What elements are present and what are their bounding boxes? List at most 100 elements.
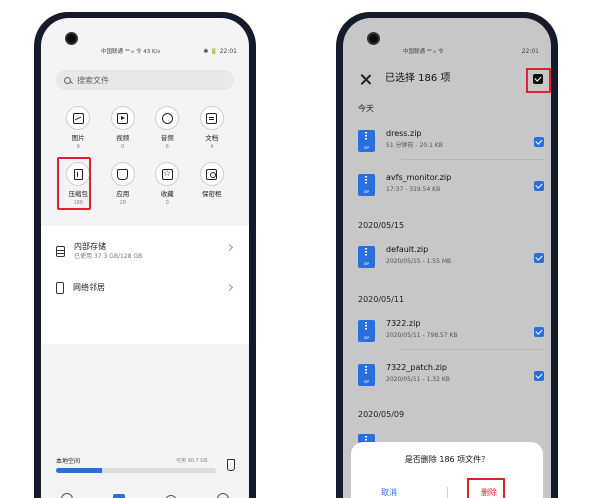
search-input[interactable]: 搜索文件: [77, 75, 109, 86]
file-name: avfs_monitor.zip: [386, 173, 452, 182]
category-count: 9: [76, 144, 80, 150]
music-icon: [161, 112, 173, 124]
video-icon: [117, 112, 129, 124]
highlight-select-all: [526, 68, 551, 93]
network-neighborhood-title: 网络邻居: [73, 283, 105, 292]
file-name: 7322_patch.zip: [386, 363, 447, 372]
zip-file-icon: [358, 320, 375, 342]
category-count: 0: [121, 144, 125, 150]
highlight-archive-category: [57, 157, 91, 210]
category-label: 图片: [71, 134, 85, 142]
star-icon: [161, 167, 173, 181]
group-label-today: 今天: [358, 104, 374, 113]
zip-file-icon: [358, 364, 375, 386]
archive-selection-screen: 中国联通 ⁴ᴳ ᵢₗₗ 令 22:01 已选择 186 项 今天 dress.z…: [343, 18, 551, 498]
file-meta: 17:37 - 319.54 KB: [386, 186, 441, 193]
internal-storage-title: 内部存储: [74, 242, 106, 251]
file-row[interactable]: avfs_monitor.zip 17:37 - 319.54 KB: [358, 172, 544, 200]
close-icon[interactable]: [360, 74, 371, 85]
status-bar-carrier: 中国联通 ⁴ᴳ ᵢₗₗ 令: [403, 48, 443, 56]
category-label: 音频: [160, 134, 174, 142]
carrier-text: 中国联通 ⁴ᴳ ᵢₗₗ 令: [101, 49, 142, 55]
file-checkbox[interactable]: [534, 253, 544, 263]
file-row[interactable]: dress.zip 51 分钟前 - 20.1 KB: [358, 128, 544, 160]
category-label: 保密柜: [202, 190, 222, 198]
status-time: 22:01: [521, 48, 539, 55]
bottom-tab-bar: [41, 484, 249, 498]
status-time: 22:01: [219, 48, 237, 55]
profile-icon[interactable]: [217, 493, 229, 498]
network-speed: 43 K/s: [143, 49, 161, 55]
storage-progress-fill: [56, 468, 103, 473]
group-label-date: 2020/05/15: [358, 221, 405, 230]
app-icon: [117, 168, 129, 180]
zip-file-icon: [358, 130, 375, 152]
cancel-button[interactable]: 取消: [381, 488, 397, 498]
internal-storage-usage: 已使用 37.3 GB/128 GB: [74, 253, 143, 260]
zip-file-icon: [358, 174, 375, 196]
category-favorites[interactable]: 收藏 0: [145, 162, 190, 206]
category-videos[interactable]: 视频 0: [101, 106, 146, 150]
storage-progress-bar: [56, 468, 216, 473]
category-audio[interactable]: 音频 6: [145, 106, 190, 150]
file-row[interactable]: 7322_patch.zip 2020/05/11 - 1.32 KB: [358, 362, 544, 390]
file-meta: 2020/05/11 - 1.32 KB: [386, 376, 450, 383]
clean-icon[interactable]: [227, 459, 235, 471]
safe-icon: [206, 168, 218, 180]
network-device-icon: [56, 282, 64, 294]
category-documents[interactable]: 文档 4: [190, 106, 235, 150]
phone-left: 中国联通 ⁴ᴳ ᵢₗₗ 令 43 K/s ✱ 🔋 22:01 搜索文件 图片 9…: [34, 12, 256, 498]
status-bar-carrier: 中国联通 ⁴ᴳ ᵢₗₗ 令 43 K/s: [101, 48, 160, 56]
zip-file-icon: [358, 246, 375, 268]
file-row[interactable]: 7322.zip 2020/05/11 - 798.57 KB: [358, 318, 544, 350]
search-icon: [64, 76, 71, 84]
chevron-right-icon: [225, 283, 234, 292]
category-count: 6: [165, 144, 169, 150]
group-label-date: 2020/05/09: [358, 410, 405, 419]
front-camera: [367, 32, 380, 45]
delete-confirm-dialog: 是否删除 186 项文件？ 取消 删除: [351, 442, 543, 498]
file-meta: 2020/05/11 - 798.57 KB: [386, 332, 458, 339]
category-count: 4: [210, 144, 214, 150]
image-icon: [72, 112, 84, 124]
dialog-question: 是否删除 186 项文件？: [404, 455, 490, 464]
category-safe[interactable]: 保密柜: [190, 162, 235, 206]
cloud-icon[interactable]: [165, 494, 177, 498]
file-meta: 2020/05/15 - 1.55 MB: [386, 258, 452, 265]
file-name: dress.zip: [386, 129, 422, 138]
category-count: 0: [165, 200, 169, 206]
local-space-free: 可用 90.7 GB: [176, 458, 208, 464]
row-divider: [401, 159, 544, 160]
file-checkbox[interactable]: [534, 137, 544, 147]
status-bar-right: ✱ 🔋 22:01: [203, 48, 237, 56]
search-bar[interactable]: 搜索文件: [56, 70, 234, 90]
browse-folder-icon[interactable]: [113, 494, 125, 498]
file-name: default.zip: [386, 245, 429, 254]
recent-clock-icon[interactable]: [61, 493, 73, 498]
chevron-right-icon: [225, 243, 234, 252]
dialog-separator: [447, 487, 448, 498]
front-camera: [65, 32, 78, 45]
file-checkbox[interactable]: [534, 327, 544, 337]
group-label-date: 2020/05/11: [358, 295, 405, 304]
row-divider: [401, 349, 544, 350]
category-count: 28: [119, 200, 126, 206]
category-label: 视频: [116, 134, 130, 142]
file-name: 7322.zip: [386, 319, 421, 328]
phone-right: 中国联通 ⁴ᴳ ᵢₗₗ 令 22:01 已选择 186 项 今天 dress.z…: [336, 12, 558, 498]
category-apps[interactable]: 应用 28: [101, 162, 146, 206]
internal-storage-item[interactable]: 内部存储 已使用 37.3 GB/128 GB: [56, 242, 234, 261]
selection-count-title: 已选择 186 项: [385, 73, 451, 84]
network-neighborhood-item[interactable]: 网络邻居: [56, 282, 234, 294]
file-row[interactable]: default.zip 2020/05/15 - 1.55 MB: [358, 244, 544, 272]
file-manager-home-screen: 中国联通 ⁴ᴳ ᵢₗₗ 令 43 K/s ✱ 🔋 22:01 搜索文件 图片 9…: [41, 18, 249, 498]
category-label: 文档: [205, 134, 219, 142]
highlight-delete-button: [467, 478, 505, 498]
category-label: 应用: [116, 190, 130, 198]
carrier-text: 中国联通 ⁴ᴳ ᵢₗₗ 令: [403, 49, 444, 55]
file-checkbox[interactable]: [534, 371, 544, 381]
file-checkbox[interactable]: [534, 181, 544, 191]
file-meta: 51 分钟前 - 20.1 KB: [386, 142, 443, 149]
category-images[interactable]: 图片 9: [56, 106, 101, 150]
local-space-label: 本地空间: [56, 458, 81, 465]
